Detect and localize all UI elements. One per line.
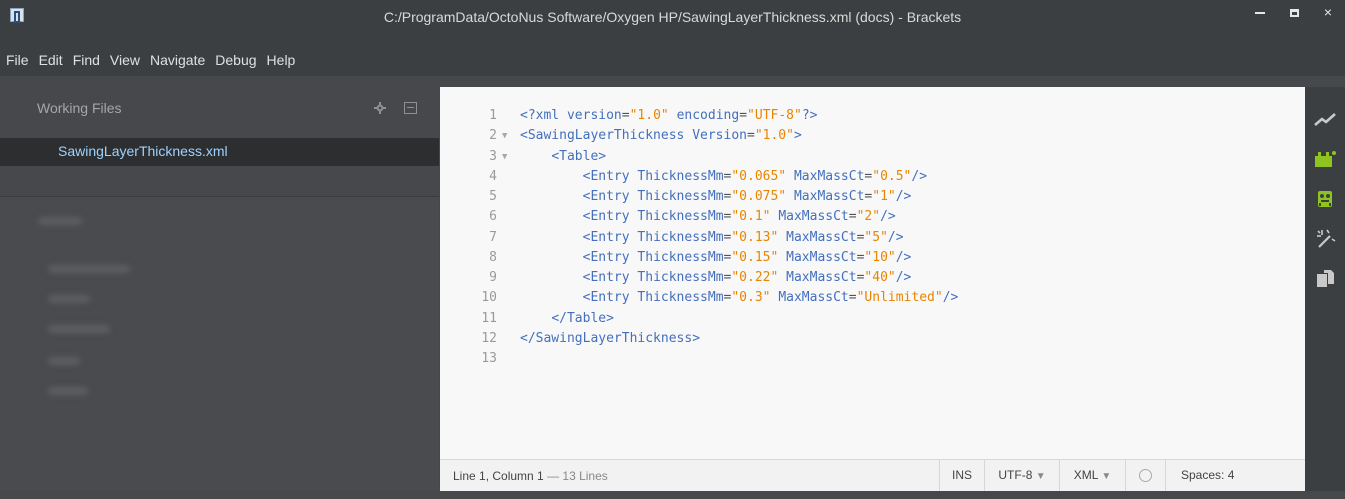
line-number: 9 <box>489 270 497 285</box>
minimize-icon <box>1255 12 1265 15</box>
main-toolbar <box>1305 87 1345 491</box>
code-line[interactable]: 13 <box>440 349 1305 369</box>
code-editor[interactable]: 1 <?xml version="1.0" encoding="UTF-8"?> 2… <box>440 87 1305 491</box>
menu-find[interactable]: Find <box>68 44 105 76</box>
line-number: 4 <box>489 168 497 184</box>
tree-item <box>48 325 110 333</box>
line-number: 12 <box>481 330 497 346</box>
maximize-icon <box>1289 9 1299 18</box>
code-line[interactable]: 6 <Entry ThicknessMm="0.1" MaxMassCt="2"… <box>440 207 1305 227</box>
line-count: — 13 Lines <box>547 469 608 483</box>
code-line[interactable]: 12 </SawingLayerThickness> <box>440 329 1305 349</box>
sidebar: Working Files SawingLayerThickness.xml <box>0 76 439 491</box>
brackets-window: C:/ProgramData/OctoNus Software/Oxygen H… <box>0 0 1345 499</box>
tree-item <box>38 217 82 225</box>
cursor-position-text: Line 1, Column 1 <box>453 469 544 483</box>
split-view-icon[interactable] <box>404 102 417 114</box>
code-text: <Entry ThicknessMm="0.065" MaxMassCt="0.… <box>582 168 928 184</box>
gear-icon[interactable] <box>374 102 386 114</box>
code-line[interactable]: 5 <Entry ThicknessMm="0.075" MaxMassCt="… <box>440 187 1305 207</box>
code-text: <Entry ThicknessMm="0.22" MaxMassCt="40"… <box>582 270 912 285</box>
code-line[interactable]: 3 ▼ <Table> <box>440 147 1305 167</box>
code-line[interactable]: 4 <Entry ThicknessMm="0.065" MaxMassCt="… <box>440 167 1305 187</box>
line-number: 11 <box>481 310 497 326</box>
insert-mode-toggle[interactable]: INS <box>939 460 984 491</box>
code-line[interactable]: 11 </Table> <box>440 309 1305 329</box>
line-number: 6 <box>489 209 497 225</box>
code-text: <Entry ThicknessMm="0.3" MaxMassCt="Unli… <box>582 290 959 306</box>
working-file-item[interactable]: SawingLayerThickness.xml <box>0 138 439 166</box>
working-files-header: Working Files <box>0 76 439 138</box>
code-text: <Table> <box>551 148 607 164</box>
live-preview-icon[interactable] <box>1313 109 1337 133</box>
working-file-label: SawingLayerThickness.xml <box>58 143 228 159</box>
cursor-position[interactable]: Line 1, Column 1 — 13 Lines <box>453 469 608 483</box>
status-bar: Line 1, Column 1 — 13 Lines INS UTF-8 ▼ … <box>440 459 1305 491</box>
chevron-down-icon: ▼ <box>1101 471 1112 482</box>
file-tree-blurred <box>0 197 439 491</box>
working-files-title: Working Files <box>37 100 122 116</box>
menu-navigate[interactable]: Navigate <box>145 44 210 76</box>
tree-item <box>48 387 88 395</box>
line-number: 1 <box>489 108 497 123</box>
code-text: </SawingLayerThickness> <box>520 330 701 346</box>
line-number: 5 <box>489 189 497 204</box>
encoding-select[interactable]: UTF-8 ▼ <box>984 460 1059 491</box>
code-line[interactable]: 7 <Entry ThicknessMm="0.13" MaxMassCt="5… <box>440 228 1305 248</box>
encoding-label: UTF-8 <box>998 468 1033 482</box>
code-line[interactable]: 2 ▼ <SawingLayerThickness Version="1.0"> <box>440 126 1305 146</box>
code-text: <?xml version="1.0" encoding="UTF-8"?> <box>520 108 818 123</box>
menu-edit[interactable]: Edit <box>34 44 68 76</box>
indent-label: Spaces: 4 <box>1181 468 1235 482</box>
line-number: 2 <box>489 128 497 144</box>
linter-status-icon <box>1139 469 1152 483</box>
code-line[interactable]: 9 <Entry ThicknessMm="0.22" MaxMassCt="4… <box>440 268 1305 288</box>
extension-icon[interactable] <box>1313 187 1337 211</box>
menu-help[interactable]: Help <box>262 44 301 76</box>
menu-debug[interactable]: Debug <box>210 44 261 76</box>
code-text: <SawingLayerThickness Version="1.0"> <box>520 128 802 144</box>
window-title: C:/ProgramData/OctoNus Software/Oxygen H… <box>383 9 962 25</box>
maximize-button[interactable] <box>1277 0 1311 24</box>
tree-item <box>48 295 90 303</box>
indent-width[interactable]: Spaces: 4 <box>1165 460 1305 491</box>
tree-item <box>48 357 80 365</box>
line-number: 7 <box>489 229 497 245</box>
linter-status[interactable] <box>1125 460 1165 491</box>
fold-marker-icon[interactable]: ▼ <box>502 126 507 146</box>
code-text: <Entry ThicknessMm="0.1" MaxMassCt="2"/> <box>582 209 896 225</box>
chevron-down-icon: ▼ <box>1035 471 1046 482</box>
minimize-button[interactable] <box>1243 0 1277 24</box>
title-bar: C:/ProgramData/OctoNus Software/Oxygen H… <box>0 0 1345 44</box>
copy-icon[interactable] <box>1313 267 1337 291</box>
menu-file[interactable]: File <box>0 44 34 76</box>
menu-bar: File Edit Find View Navigate Debug Help <box>0 44 1345 76</box>
extension-manager-icon[interactable] <box>1313 147 1337 171</box>
code-text: <Entry ThicknessMm="0.075" MaxMassCt="1"… <box>582 189 912 204</box>
window-bottom-edge <box>0 491 1345 499</box>
language-label: XML <box>1073 468 1098 482</box>
line-number: 10 <box>481 290 497 306</box>
tree-item <box>48 265 130 273</box>
code-area[interactable]: 1 <?xml version="1.0" encoding="UTF-8"?> 2… <box>440 106 1305 369</box>
fold-marker-icon[interactable]: ▼ <box>502 147 507 167</box>
menu-view[interactable]: View <box>105 44 145 76</box>
code-line[interactable]: 10 <Entry ThicknessMm="0.3" MaxMassCt="U… <box>440 288 1305 308</box>
insert-mode-label: INS <box>951 468 972 482</box>
code-text: <Entry ThicknessMm="0.13" MaxMassCt="5"/… <box>582 229 904 245</box>
code-line[interactable]: 8 <Entry ThicknessMm="0.15" MaxMassCt="1… <box>440 248 1305 268</box>
window-controls: × <box>1243 0 1345 24</box>
close-button[interactable]: × <box>1311 0 1345 24</box>
magic-wand-icon[interactable] <box>1313 227 1337 251</box>
code-text: <Entry ThicknessMm="0.15" MaxMassCt="10"… <box>582 249 912 265</box>
code-line[interactable]: 1 <?xml version="1.0" encoding="UTF-8"?> <box>440 106 1305 126</box>
line-number: 8 <box>489 249 497 265</box>
line-number: 3 <box>489 148 497 164</box>
code-text: </Table> <box>551 310 614 326</box>
line-number: 13 <box>481 351 497 366</box>
language-select[interactable]: XML ▼ <box>1059 460 1125 491</box>
